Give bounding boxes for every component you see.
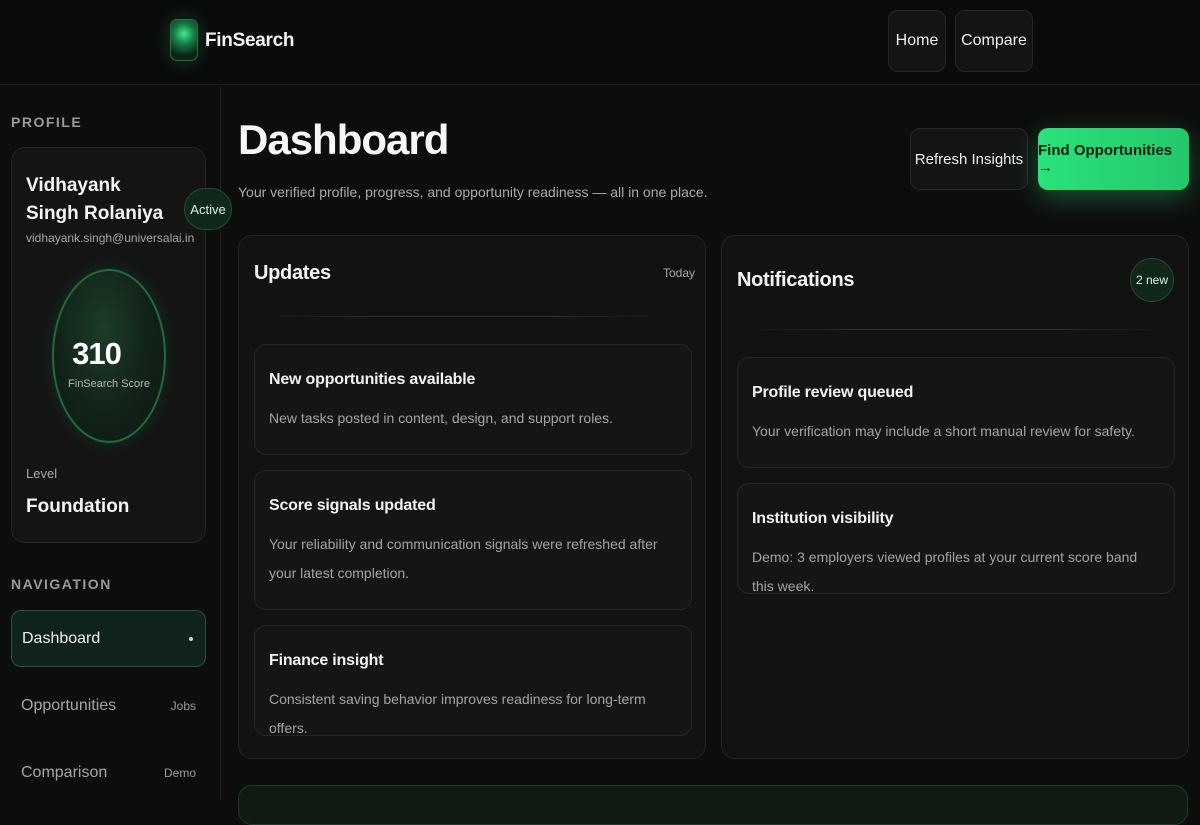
find-opportunities-button[interactable]: Find Opportunities → xyxy=(1038,128,1189,190)
level-label: Level xyxy=(26,466,58,481)
update-body: Consistent saving behavior improves read… xyxy=(269,691,646,736)
update-card[interactable]: Finance insight Consistent saving behavi… xyxy=(254,625,692,736)
sidebar-item-meta: Jobs xyxy=(170,698,196,713)
update-card[interactable]: New opportunities available New tasks po… xyxy=(254,344,692,455)
navigation-heading: NAVIGATION xyxy=(11,576,112,592)
notifications-title: Notifications xyxy=(737,269,855,291)
updates-panel: Updates Today New opportunities availabl… xyxy=(238,235,706,759)
notification-body: Your verification may include a short ma… xyxy=(752,423,1135,439)
notification-card[interactable]: Institution visibility Demo: 3 employers… xyxy=(737,483,1175,594)
notification-title: Institution visibility xyxy=(752,510,894,527)
active-dot-icon xyxy=(189,636,193,641)
notification-body: Demo: 3 employers viewed profiles at you… xyxy=(752,549,1138,594)
sidebar-item-label: Dashboard xyxy=(22,629,101,647)
top-bar: FinSearch Home Compare xyxy=(0,0,1200,85)
sidebar-item-label: Opportunities xyxy=(21,696,117,714)
updates-title: Updates xyxy=(254,262,331,284)
level-value: Foundation xyxy=(26,496,130,517)
brand-name[interactable]: FinSearch xyxy=(205,30,294,52)
profile-email: vidhayank.singh@universalai.in xyxy=(26,231,195,245)
notifications-panel: Notifications 2 new Profile review queue… xyxy=(721,235,1189,759)
compare-button[interactable]: Compare xyxy=(955,10,1033,72)
main-content: Dashboard Your verified profile, progres… xyxy=(222,86,1200,825)
score-value: 310 xyxy=(72,336,122,371)
new-count-badge: 2 new xyxy=(1130,258,1174,302)
profile-card: Vidhayank Singh Rolaniya Active vidhayan… xyxy=(11,147,232,543)
notification-card[interactable]: Profile review queued Your verification … xyxy=(737,357,1175,468)
sidebar-item-dashboard[interactable]: Dashboard xyxy=(11,610,206,667)
update-card[interactable]: Score signals updated Your reliability a… xyxy=(254,470,692,610)
divider xyxy=(742,329,1170,330)
logo-icon xyxy=(170,19,198,61)
score-label: FinSearch Score xyxy=(68,378,150,390)
profile-heading: PROFILE xyxy=(11,114,83,130)
home-button[interactable]: Home xyxy=(888,10,946,72)
page-title: Dashboard xyxy=(238,116,449,163)
update-title: New opportunities available xyxy=(269,371,476,388)
refresh-insights-button[interactable]: Refresh Insights xyxy=(910,128,1028,190)
score-ring: 310 FinSearch Score xyxy=(52,269,166,443)
sidebar-item-comparison[interactable]: Comparison Demo xyxy=(11,744,206,801)
sidebar: PROFILE Vidhayank Singh Rolaniya Active … xyxy=(0,86,232,801)
sidebar-item-label: Comparison xyxy=(21,763,108,781)
sidebar-item-opportunities[interactable]: Opportunities Jobs xyxy=(11,677,206,734)
update-title: Finance insight xyxy=(269,652,384,669)
update-title: Score signals updated xyxy=(269,497,436,514)
page-subtitle: Your verified profile, progress, and opp… xyxy=(238,184,708,200)
divider xyxy=(259,316,667,317)
sidebar-item-meta: Demo xyxy=(163,765,196,780)
notification-title: Profile review queued xyxy=(752,384,914,401)
update-body: New tasks posted in content, design, and… xyxy=(269,410,613,426)
updates-date: Today xyxy=(663,266,696,280)
profile-name: Vidhayank Singh Rolaniya xyxy=(26,175,164,224)
update-body: Your reliability and communication signa… xyxy=(269,536,658,581)
bottom-panel xyxy=(238,785,1188,825)
